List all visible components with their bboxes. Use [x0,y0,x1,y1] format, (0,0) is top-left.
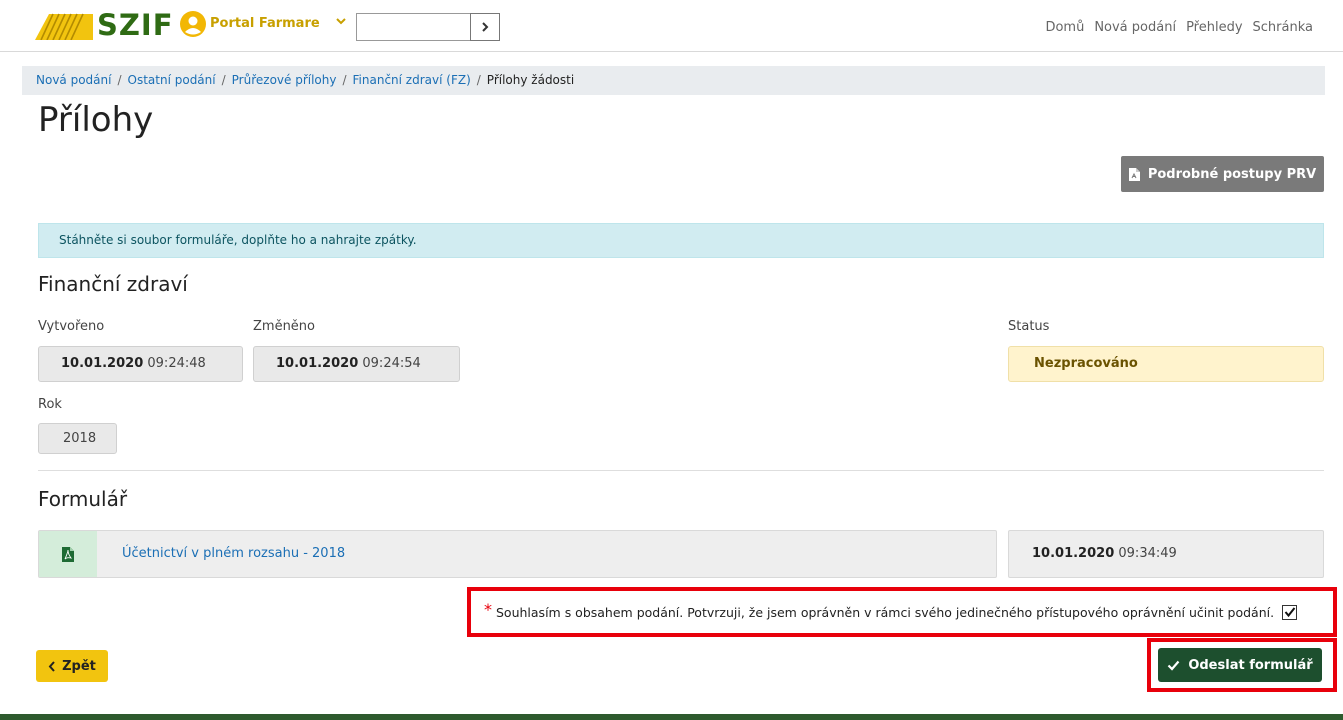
status-label: Status [1008,319,1050,334]
section-title-form: Formulář [38,487,128,511]
form-file-date-time: 09:34:49 [1118,546,1177,561]
changed-label: Změněno [253,319,315,334]
top-header: SZIF Portal Farmare Domů Nová podání Pře… [0,0,1343,52]
chevron-down-icon[interactable] [335,15,347,27]
info-alert: Stáhněte si soubor formuláře, doplňte ho… [38,223,1324,258]
search-submit-button[interactable] [470,13,500,41]
chevron-left-icon [48,660,55,672]
breadcrumb-separator: / [221,73,226,87]
changed-date: 10.01.2020 [276,356,359,371]
section-title-financial-health: Finanční zdraví [38,272,188,296]
required-asterisk: * [484,599,492,619]
form-file-date-day: 10.01.2020 [1032,546,1115,561]
breadcrumb-current: Přílohy žádosti [486,73,575,87]
szif-logo-stripes [35,13,93,40]
search-input[interactable] [356,13,470,41]
breadcrumb-separator: / [117,73,122,87]
status-badge: Nezpracováno [1008,346,1324,382]
check-icon [1168,660,1180,671]
created-time: 09:24:48 [147,356,206,371]
top-navigation: Domů Nová podání Přehledy Schránka [1045,20,1313,35]
prv-guide-label: Podrobné postupy PRV [1147,166,1317,182]
consent-checkbox[interactable] [1282,604,1298,620]
breadcrumb-other-submissions[interactable]: Ostatní podání [128,73,216,87]
nav-overviews[interactable]: Přehledy [1186,20,1242,35]
check-icon [1284,607,1295,618]
created-field: 10.01.2020 09:24:48 [38,346,243,382]
consent-text: Souhlasím s obsahem podání. Potvrzuji, ž… [496,604,1275,620]
form-file-link[interactable]: Účetnictví v plném rozsahu - 2018 [122,546,345,561]
created-label: Vytvořeno [38,319,105,334]
pdf-icon [1128,167,1140,181]
user-icon[interactable] [180,11,206,37]
portal-farmare-menu[interactable]: Portal Farmare [210,16,320,31]
breadcrumb-separator: / [342,73,347,87]
footer-bar [0,714,1343,720]
changed-field: 10.01.2020 09:24:54 [253,346,460,382]
nav-home[interactable]: Domů [1045,20,1084,35]
form-file-row: Účetnictví v plném rozsahu - 2018 [38,530,997,578]
submit-form-button[interactable]: Odeslat formulář [1158,648,1322,682]
changed-time: 09:24:54 [362,356,421,371]
form-file-date: 10.01.2020 09:34:49 [1008,530,1324,578]
back-button[interactable]: Zpět [36,650,108,682]
back-label: Zpět [62,658,96,674]
chevron-right-icon [482,22,489,32]
nav-inbox[interactable]: Schránka [1253,20,1313,35]
nav-new-submissions[interactable]: Nová podání [1094,20,1176,35]
submit-label: Odeslat formulář [1188,657,1313,673]
prv-guide-button[interactable]: Podrobné postupy PRV [1121,156,1324,192]
section-divider [38,470,1324,471]
page-title: Přílohy [38,100,154,140]
breadcrumb-new-submissions[interactable]: Nová podání [36,73,111,87]
breadcrumb-separator: / [476,73,481,87]
year-label: Rok [38,397,62,412]
breadcrumb-cross-attachments[interactable]: Průřezové přílohy [232,73,337,87]
pdf-file-icon[interactable] [62,546,74,562]
breadcrumb: Nová podání / Ostatní podání / Průřezové pří… [22,66,1325,95]
file-icon-cell[interactable] [39,531,97,577]
breadcrumb-financial-health[interactable]: Finanční zdraví (FZ) [353,73,471,87]
created-date: 10.01.2020 [61,356,144,371]
consent-highlight: * Souhlasím s obsahem podání. Potvrzuji,… [467,587,1337,637]
year-field: 2018 [38,423,117,454]
szif-logo[interactable]: SZIF [97,8,174,42]
